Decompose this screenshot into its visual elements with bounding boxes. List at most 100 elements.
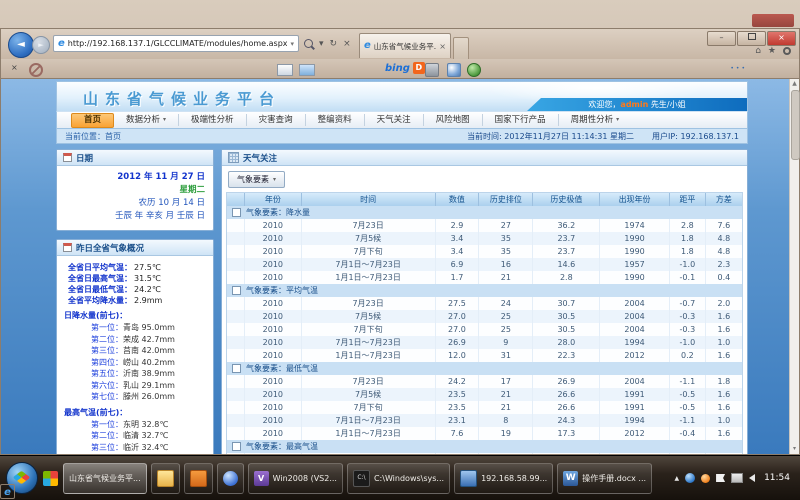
nav-item-label: 天气关注 — [377, 114, 411, 126]
tab-close-icon[interactable]: × — [439, 42, 446, 51]
search-icon[interactable] — [304, 39, 313, 48]
table-cell: 26.9 — [436, 336, 480, 349]
action-center-flag-icon[interactable] — [716, 474, 725, 482]
pinned-app-icon[interactable] — [43, 471, 58, 486]
nav-item-3[interactable]: 灾害查询 — [246, 114, 305, 126]
group-checkbox[interactable] — [232, 364, 241, 373]
taskbar-window-title: Win2008 (VS2... — [273, 474, 337, 483]
element-filter-button[interactable]: 气象要素▾ — [228, 171, 285, 188]
refresh-icon[interactable]: ↻ — [330, 39, 338, 49]
table-row[interactable]: 20107月1日～7月23日23.1824.31994-1.11.0 — [227, 414, 742, 427]
table-cell: 1月1日～7月23日 — [302, 349, 436, 362]
gear-icon[interactable] — [783, 47, 791, 55]
volume-icon[interactable] — [749, 474, 755, 482]
table-row[interactable]: 20107月23日31.52936.31955,1951-0.32.5 — [227, 453, 742, 454]
mail-blue-icon[interactable] — [299, 64, 315, 76]
table-row[interactable]: 20107月5候3.43523.719901.84.8 — [227, 232, 742, 245]
table-cell: 0.2 — [670, 349, 706, 362]
taskbar-window-ie[interactable]: e山东省气候业务平... — [63, 463, 147, 494]
group-checkbox[interactable] — [232, 442, 241, 451]
breadcrumb: 当前位置：首页 — [65, 131, 121, 142]
table-row[interactable]: 20107月1日～7月23日26.9928.01994-1.01.0 — [227, 336, 742, 349]
table-row[interactable]: 20101月1日～7月23日7.61917.32012-0.41.6 — [227, 427, 742, 440]
scroll-down-icon[interactable]: ▾ — [790, 444, 799, 454]
table-row[interactable]: 20107月下旬23.52126.61991-0.51.6 — [227, 401, 742, 414]
table-row[interactable]: 20107月23日24.21726.92004-1.11.8 — [227, 375, 742, 388]
new-tab-button[interactable] — [453, 37, 469, 60]
table-row[interactable]: 20107月23日2.92736.219742.87.6 — [227, 219, 742, 232]
table-row[interactable]: 20101月1日～7月23日12.03122.320120.21.6 — [227, 349, 742, 362]
table-cell: 2010 — [245, 323, 302, 336]
network-status-icon[interactable] — [731, 473, 743, 483]
home-icon[interactable]: ⌂ — [755, 46, 761, 56]
table-cell: 31 — [479, 349, 533, 362]
address-bar[interactable]: e http://192.168.137.1/GLCCLIMATE/module… — [53, 35, 299, 52]
taskbar-window-media[interactable] — [217, 463, 244, 494]
nav-item-1[interactable]: 数据分析▾ — [114, 114, 178, 126]
nav-item-2[interactable]: 极端性分析 — [178, 114, 246, 126]
table-group-row-1: 气象要素：平均气温 — [227, 284, 742, 297]
address-dropdown-icon[interactable]: ▾ — [290, 40, 294, 48]
stat-label: 全省日最高气温： — [68, 274, 132, 283]
weather-summary-panel: 昨日全省气象概况 全省日平均气温：27.5℃全省日最高气温：31.5℃全省日最低… — [56, 239, 214, 454]
browser-tab[interactable]: e 山东省气候业务平... × — [359, 33, 451, 58]
maximize-button[interactable] — [737, 31, 766, 46]
nav-item-8[interactable]: 周期性分析▾ — [558, 114, 632, 126]
row-checkbox-cell — [227, 232, 245, 245]
table-row[interactable]: 20107月1日～7月23日6.91614.61957-1.02.3 — [227, 258, 742, 271]
table-row[interactable]: 20107月5候27.02530.52004-0.31.6 — [227, 310, 742, 323]
rdp-icon — [460, 470, 477, 487]
nav-item-7[interactable]: 国家下行产品 — [482, 114, 558, 126]
back-button[interactable]: ◄ — [8, 32, 34, 58]
browser-scrollbar[interactable]: ▲ ▾ — [789, 79, 799, 454]
row-checkbox-cell — [227, 453, 245, 454]
green-globe-icon[interactable] — [467, 63, 481, 77]
tools-icon[interactable] — [447, 63, 461, 77]
table-row[interactable]: 20107月5候23.52126.61991-0.51.6 — [227, 388, 742, 401]
network-globe-icon[interactable] — [685, 473, 695, 483]
minimize-button[interactable]: – — [707, 31, 736, 46]
close-button[interactable]: × — [767, 31, 796, 46]
stop-icon[interactable]: × — [343, 39, 351, 49]
group-checkbox[interactable] — [232, 286, 241, 295]
url-text: http://192.168.137.1/GLCCLIMATE/modules/… — [68, 39, 288, 48]
taskbar-clock[interactable]: 11:54 — [764, 473, 790, 483]
nav-item-0[interactable]: 首页 — [71, 113, 114, 128]
table-cell: 1990 — [600, 271, 670, 284]
table-cell: 9 — [479, 336, 533, 349]
tray-app-icon[interactable] — [701, 474, 710, 483]
taskbar-window-cmd[interactable]: C:\C:\Windows\sys... — [347, 463, 450, 494]
toolbar-close-icon[interactable]: × — [11, 63, 18, 72]
nav-item-6[interactable]: 风险地图 — [423, 114, 482, 126]
taskbar-window-folder[interactable] — [151, 463, 180, 494]
table-row[interactable]: 20107月下旬27.02530.52004-0.31.6 — [227, 323, 742, 336]
table-row[interactable]: 20107月23日27.52430.72004-0.72.0 — [227, 297, 742, 310]
nav-item-5[interactable]: 天气关注 — [364, 114, 423, 126]
forward-button[interactable]: ► — [32, 36, 50, 54]
table-row[interactable]: 20101月1日～7月23日1.7212.81990-0.10.4 — [227, 271, 742, 284]
windows-logo-icon — [13, 471, 31, 484]
camera-icon[interactable] — [425, 63, 439, 77]
scrollbar-thumb[interactable] — [791, 90, 800, 160]
background-window-close-button[interactable] — [752, 14, 794, 27]
taskbar-window-rdp[interactable]: 192.168.58.99... — [454, 463, 553, 494]
show-hidden-icons[interactable]: ▲ — [674, 475, 679, 482]
table-row[interactable]: 20107月下旬3.43523.719901.84.8 — [227, 245, 742, 258]
browser-titlebar: ◄ ► e http://192.168.137.1/GLCCLIMATE/mo… — [1, 29, 799, 59]
rank-item-0-1: 第二位：荣成 42.7mm — [59, 334, 211, 346]
mail-icon[interactable] — [277, 64, 293, 76]
scroll-up-icon[interactable]: ▲ — [790, 79, 799, 89]
nav-item-4[interactable]: 整编资料 — [305, 114, 364, 126]
favorites-star-icon[interactable]: ★ — [768, 46, 776, 56]
bing-logo[interactable]: bing D — [385, 62, 425, 74]
taskbar-window-vs[interactable]: VWin2008 (VS2... — [248, 463, 343, 494]
back-icon: ◄ — [17, 39, 25, 50]
chevron-down-icon: ▾ — [273, 176, 276, 183]
search-dropdown-icon[interactable]: ▾ — [319, 39, 324, 49]
table-cell: 35 — [479, 245, 533, 258]
lunar-date: 农历 10 月 14 日 — [65, 197, 205, 210]
taskbar-window-orange-app[interactable] — [184, 463, 213, 494]
taskbar-window-word[interactable]: W操作手册.docx ... — [557, 463, 652, 494]
group-checkbox[interactable] — [232, 208, 241, 217]
overflow-dots-icon[interactable]: ••• — [730, 65, 747, 72]
